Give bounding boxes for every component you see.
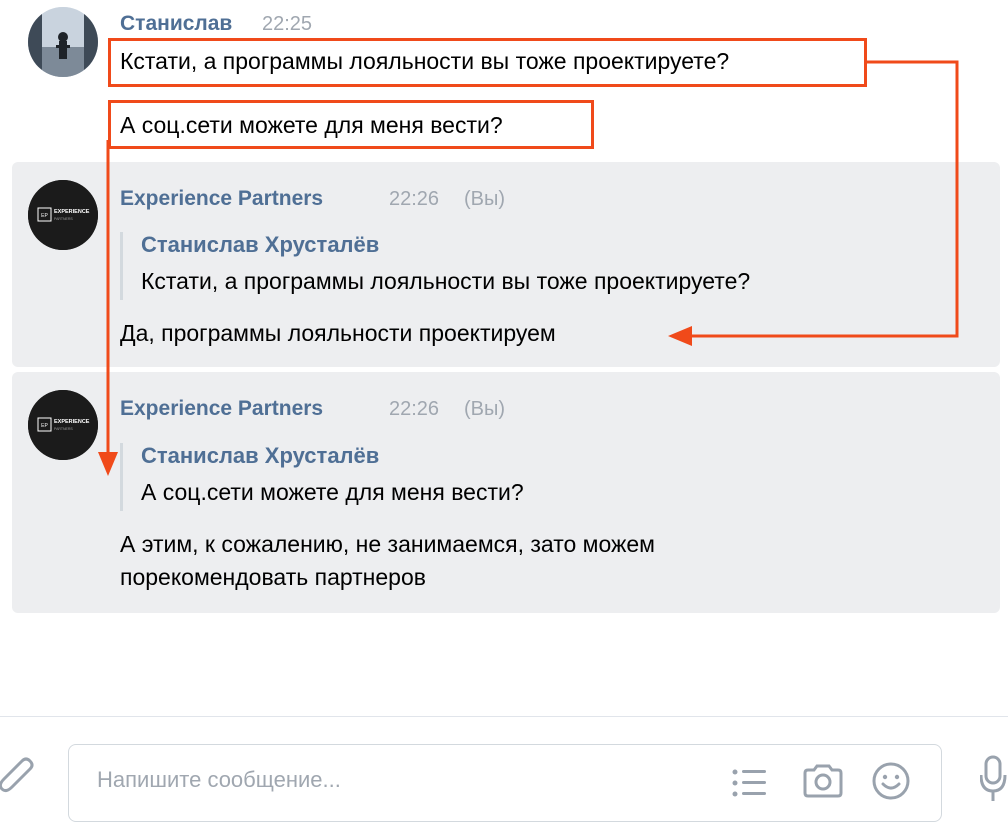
camera-icon[interactable] bbox=[801, 763, 845, 804]
microphone-icon[interactable] bbox=[979, 755, 1008, 810]
arrow-head-down bbox=[98, 452, 118, 476]
smile-icon[interactable] bbox=[871, 761, 911, 806]
message-composer: Напишите сообщение... bbox=[0, 716, 1008, 822]
paperclip-icon[interactable] bbox=[0, 755, 38, 804]
annotation-arrows bbox=[98, 60, 959, 476]
message-input-placeholder: Напишите сообщение... bbox=[97, 767, 341, 792]
arrow-loyalty bbox=[688, 60, 959, 338]
arrow-head-left bbox=[668, 326, 692, 346]
message-input[interactable]: Напишите сообщение... bbox=[68, 744, 942, 822]
list-icon[interactable] bbox=[731, 767, 767, 804]
